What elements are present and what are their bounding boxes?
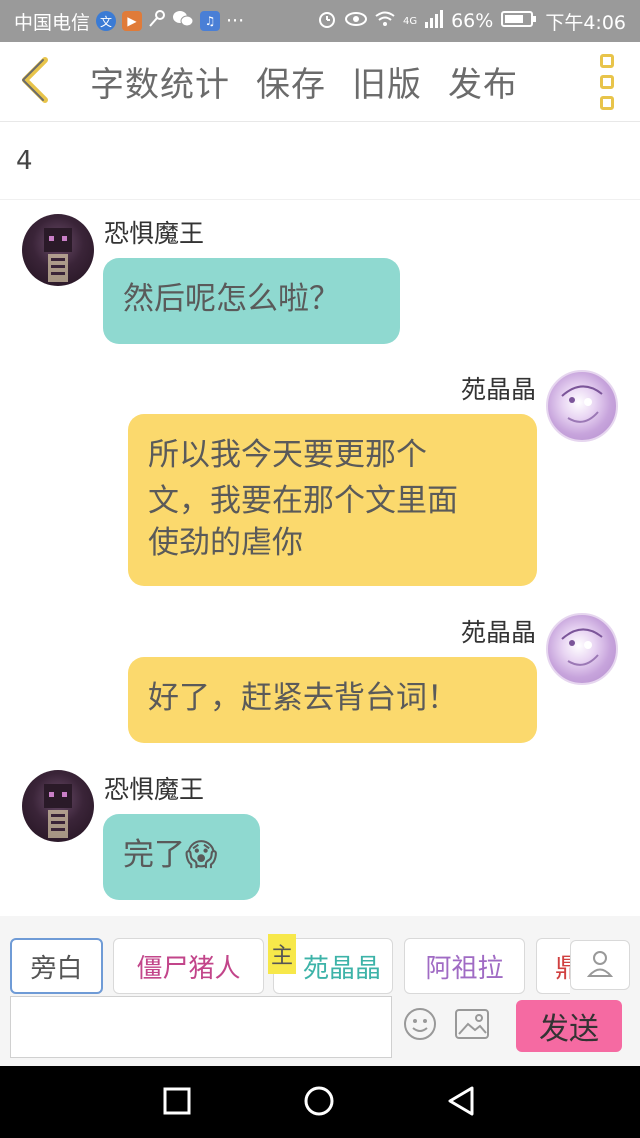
wechat-icon bbox=[172, 10, 194, 33]
message-counter: 4 bbox=[0, 122, 640, 200]
role-label: 僵尸猪人 bbox=[136, 953, 241, 984]
battery-icon bbox=[501, 10, 537, 33]
input-row: 发送 bbox=[0, 996, 640, 1066]
add-role-button[interactable] bbox=[570, 940, 630, 990]
word-count-button[interactable]: 字数统计 bbox=[90, 57, 230, 106]
battery-percent: 66% bbox=[451, 10, 494, 32]
music-icon: ♫ bbox=[200, 11, 221, 31]
message-text: 完了😱 bbox=[123, 837, 218, 873]
image-icon bbox=[455, 1009, 489, 1043]
message-text-line: 使劲的虐你 bbox=[148, 525, 303, 561]
avatar-yuan-jingjing[interactable] bbox=[546, 370, 618, 442]
message-text-line: 所以我今天要更那个 bbox=[148, 437, 427, 473]
publish-button[interactable]: 发布 bbox=[448, 57, 518, 106]
menu-dot bbox=[600, 96, 614, 110]
role-chip-partial[interactable]: 鼎 bbox=[536, 938, 570, 994]
message-bubble[interactable]: 然后呢怎么啦？ bbox=[103, 258, 400, 344]
role-chip-azula[interactable]: 阿祖拉 bbox=[404, 938, 525, 994]
recents-button[interactable] bbox=[160, 1086, 194, 1120]
old-version-button[interactable]: 旧版 bbox=[352, 57, 422, 106]
chat-area[interactable]: 恐惧魔王 然后呢怎么啦？ 苑晶晶 所以我今天要更那个 文，我要在那个文里面 使劲… bbox=[0, 200, 640, 916]
sender-name: 苑晶晶 bbox=[460, 375, 536, 404]
alarm-icon bbox=[317, 9, 337, 34]
play-icon: ▶ bbox=[122, 11, 143, 31]
sender-name: 恐惧魔王 bbox=[104, 775, 205, 804]
status-left: 中国电信 文 ▶ ♫ ··· bbox=[14, 8, 244, 35]
key-icon bbox=[148, 9, 166, 33]
avatar-fear-lord[interactable] bbox=[22, 770, 94, 842]
save-button[interactable]: 保存 bbox=[256, 57, 326, 106]
menu-dot bbox=[600, 75, 614, 89]
status-bar: 中国电信 文 ▶ ♫ ··· 4G 66% 下午4:06 bbox=[0, 0, 640, 42]
square-icon bbox=[163, 1087, 191, 1119]
role-label: 苑晶晶 bbox=[302, 953, 381, 984]
menu-dot bbox=[600, 54, 614, 68]
signal-icon bbox=[425, 9, 444, 33]
more-menu-button[interactable] bbox=[592, 54, 622, 110]
person-icon bbox=[586, 949, 614, 981]
role-selector: 旁白 僵尸猪人 苑晶晶 阿祖拉 鼎 bbox=[0, 916, 640, 996]
role-label: 鼎 bbox=[555, 948, 570, 985]
role-label: 旁白 bbox=[30, 953, 83, 984]
send-button[interactable]: 发送 bbox=[516, 1000, 622, 1052]
home-button[interactable] bbox=[302, 1086, 336, 1120]
circle-icon bbox=[303, 1085, 335, 1121]
message-text-line: 文，我要在那个文里面 bbox=[148, 483, 458, 519]
sender-name: 苑晶晶 bbox=[460, 618, 536, 647]
system-nav-bar bbox=[0, 1066, 640, 1138]
sender-name: 恐惧魔王 bbox=[104, 219, 205, 248]
baidu-icon: 文 bbox=[96, 11, 117, 31]
back-button[interactable] bbox=[0, 42, 70, 122]
carrier-name: 中国电信 bbox=[14, 11, 91, 34]
back-nav-button[interactable] bbox=[444, 1086, 478, 1120]
status-right: 4G 66% 下午4:06 bbox=[317, 8, 626, 35]
wifi-icon bbox=[375, 10, 395, 32]
role-chip-narrator[interactable]: 旁白 bbox=[10, 938, 103, 994]
emoji-button[interactable] bbox=[402, 1008, 438, 1044]
smiley-icon bbox=[403, 1007, 437, 1045]
message-text: 好了，赶紧去背台词！ bbox=[148, 680, 458, 716]
top-nav: 字数统计 保存 旧版 发布 bbox=[0, 42, 640, 122]
triangle-back-icon bbox=[446, 1085, 476, 1121]
role-chip-zombie-pigman[interactable]: 僵尸猪人 bbox=[113, 938, 264, 994]
counter-value: 4 bbox=[16, 145, 33, 176]
message-text: 然后呢怎么啦？ bbox=[123, 281, 340, 317]
message-bubble[interactable]: 所以我今天要更那个 文，我要在那个文里面 使劲的虐你 bbox=[128, 414, 537, 586]
avatar-fear-lord[interactable] bbox=[22, 214, 94, 286]
network-type: 4G bbox=[402, 15, 418, 27]
role-label: 阿祖拉 bbox=[425, 953, 504, 984]
more-notifications-icon: ··· bbox=[226, 10, 245, 32]
image-button[interactable] bbox=[454, 1008, 490, 1044]
message-bubble[interactable]: 好了，赶紧去背台词！ bbox=[128, 657, 537, 743]
clock: 下午4:06 bbox=[545, 11, 626, 34]
message-bubble[interactable]: 完了😱 bbox=[103, 814, 260, 900]
avatar-yuan-jingjing[interactable] bbox=[546, 613, 618, 685]
message-input[interactable] bbox=[10, 996, 392, 1058]
eye-icon bbox=[344, 10, 367, 32]
host-badge: 主 bbox=[268, 934, 296, 974]
chevron-left-icon bbox=[17, 56, 53, 108]
